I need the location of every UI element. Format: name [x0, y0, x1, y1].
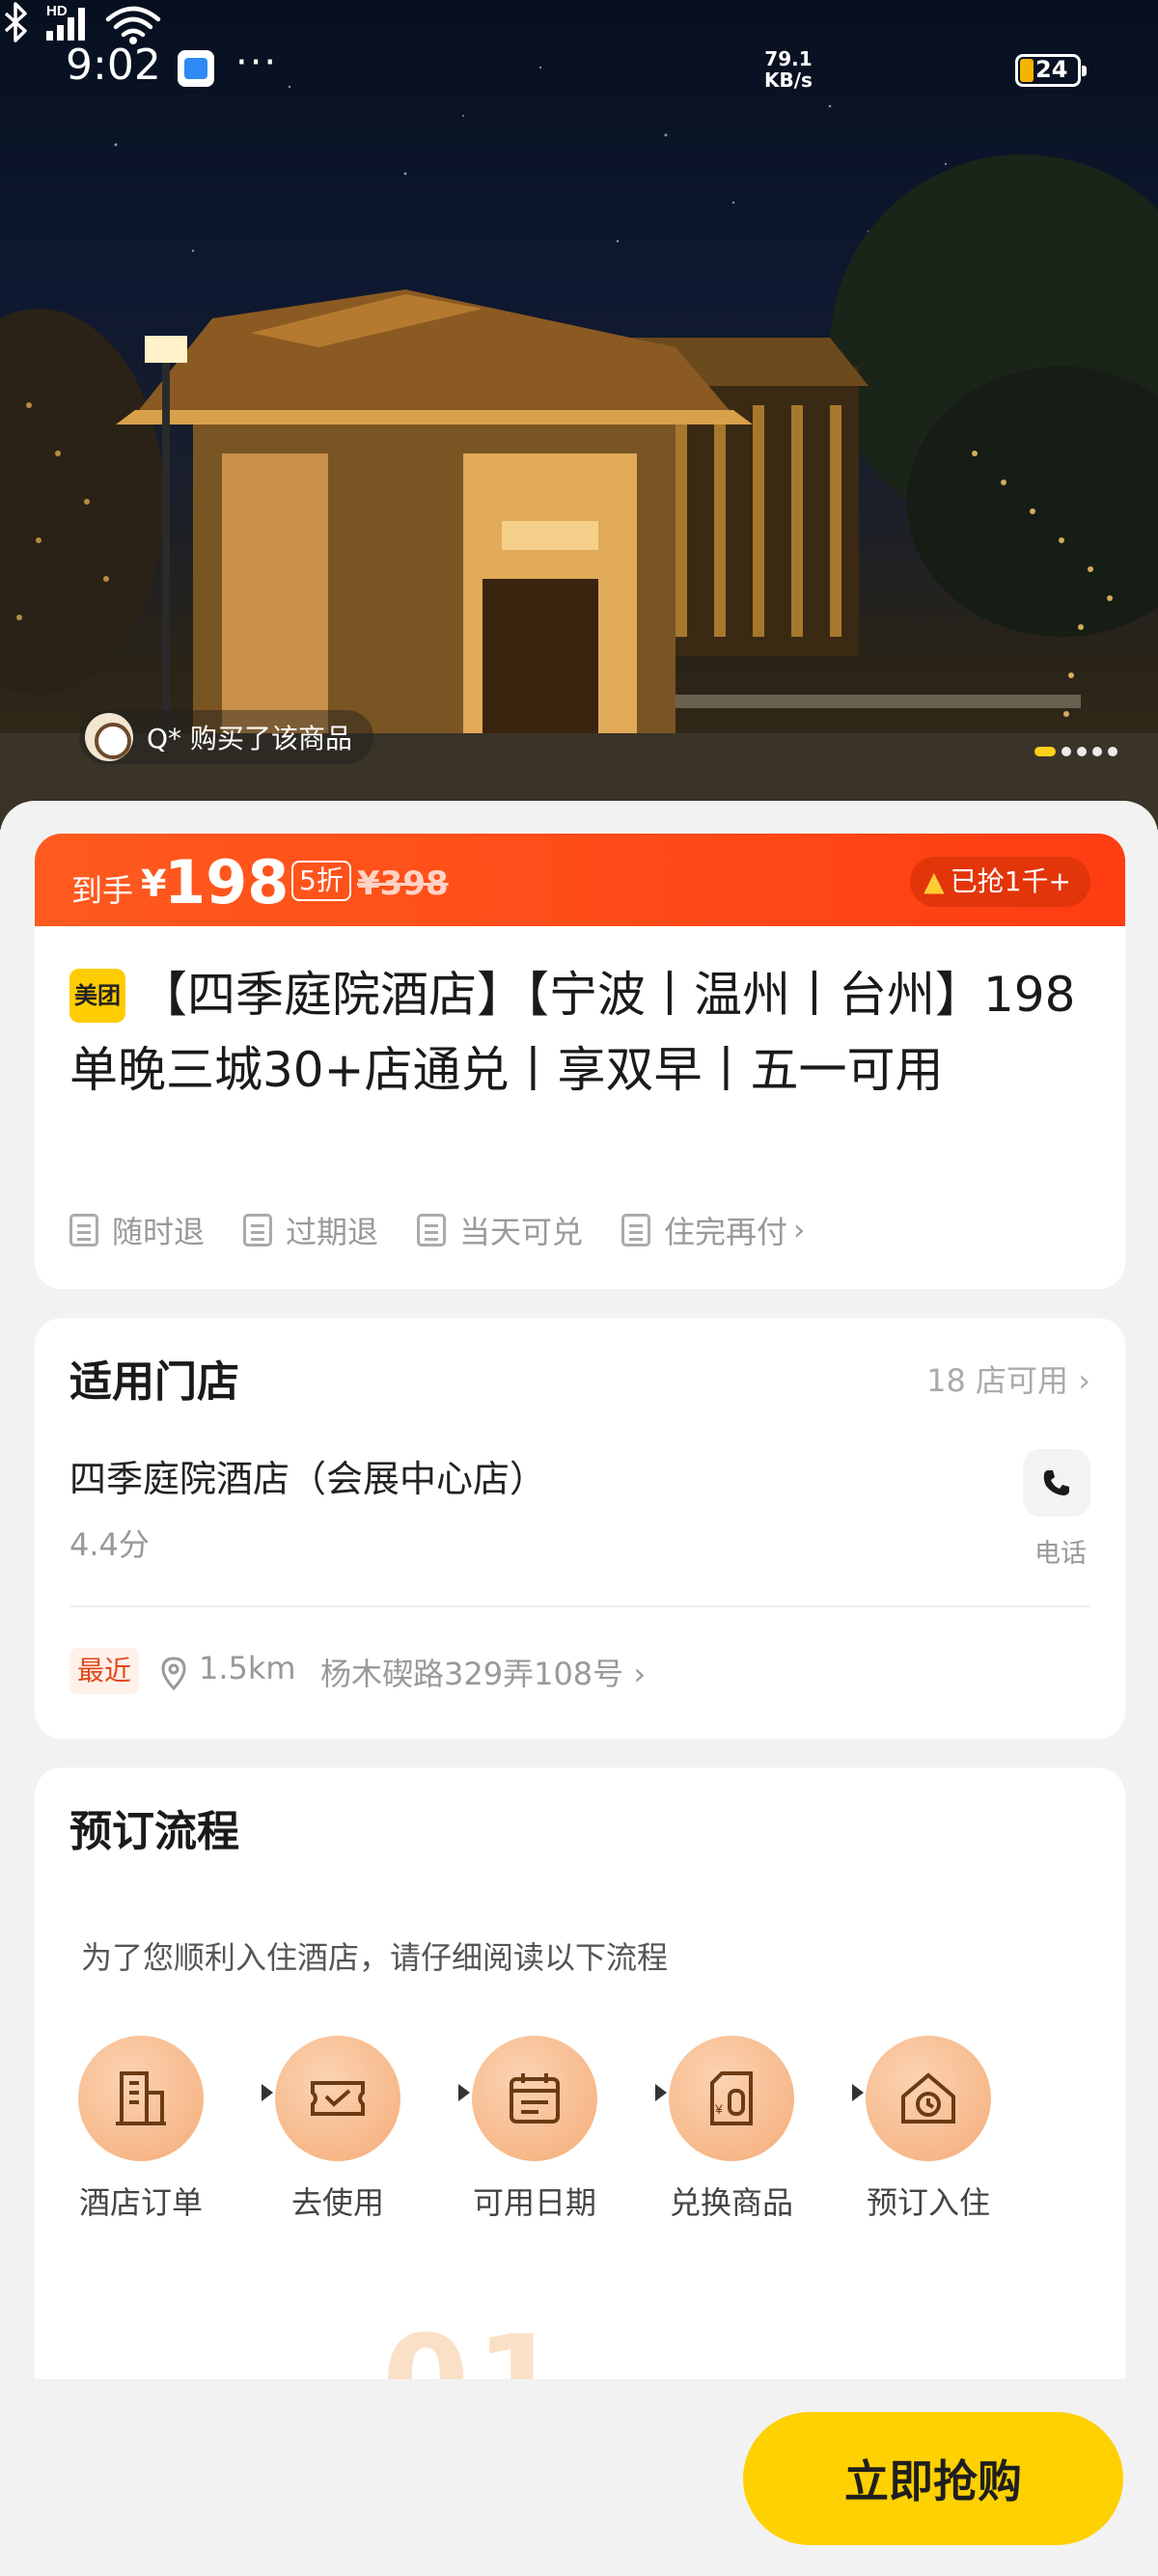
feature-pay-after-stay[interactable]: 住完再付 ›	[621, 1208, 805, 1252]
pager-dot[interactable]	[1092, 747, 1102, 756]
final-price-label: 到手	[71, 872, 134, 909]
step-available-dates: 可用日期	[467, 2036, 602, 2223]
feature-label: 随时退	[112, 1214, 206, 1250]
step-label: 预订入住	[866, 2184, 990, 2221]
house-clock-icon	[866, 2036, 991, 2161]
pager-dot[interactable]	[1062, 747, 1071, 756]
check-calendar-icon	[621, 1214, 651, 1247]
booking-flow-title: 预订流程	[69, 1807, 239, 1856]
voucher-icon: ¥	[669, 2036, 794, 2161]
step-hotel-order: 酒店订单	[73, 2036, 208, 2223]
chevron-right-icon: ›	[633, 1656, 647, 1692]
booking-steps: 酒店订单 去使用 可用日期 ¥ 兑换商品 预订入住	[73, 2036, 1096, 2229]
chevron-right-icon: ›	[793, 1213, 806, 1247]
document-icon	[69, 1214, 98, 1247]
booking-flow-card: 预订流程 为了您顺利入住酒店，请仔细阅读以下流程 酒店订单 去使用 可用日期 ¥…	[35, 1768, 1125, 2385]
store-count-text: 18 店可用	[926, 1362, 1069, 1399]
product-title-block: 美团 【四季庭院酒店】【宁波丨温州丨台州】198单晚三城30+店通兑丨享双早丨五一…	[69, 957, 1092, 1108]
step-book-checkin: 预订入住	[861, 2036, 996, 2223]
feature-refund-anytime: 随时退	[69, 1208, 205, 1252]
network-speed-unit: KB/s	[764, 69, 813, 92]
ticket-icon	[275, 2036, 400, 2161]
document-icon	[243, 1214, 273, 1247]
image-pager[interactable]	[1034, 747, 1117, 756]
step-label: 可用日期	[472, 2184, 596, 2221]
feature-label: 过期退	[286, 1214, 379, 1250]
more-notifications-icon: ···	[235, 41, 279, 85]
original-price: ¥398	[357, 864, 449, 903]
stores-section-title: 适用门店	[69, 1357, 239, 1407]
status-bar: 9:02 ··· 79.1 KB/s HD 24	[0, 0, 1158, 135]
product-title: 【四季庭院酒店】【宁波丨温州丨台州】198单晚三城30+店通兑丨享双早丨五一可用	[69, 967, 1076, 1098]
feature-label: 住完再付	[664, 1214, 788, 1250]
pager-dot[interactable]	[1077, 747, 1087, 756]
step-use: 去使用	[270, 2036, 405, 2223]
sold-count-text: 已抢1千+	[950, 865, 1071, 897]
booking-flow-note: 为了您顺利入住酒店，请仔细阅读以下流程	[81, 1939, 669, 1976]
nearest-tag: 最近	[69, 1648, 140, 1694]
call-button[interactable]	[1023, 1449, 1090, 1517]
step-number: 01	[382, 2308, 568, 2385]
currency-symbol: ¥	[141, 863, 167, 905]
pager-dot-active[interactable]	[1034, 747, 1056, 756]
network-speed-value: 79.1	[764, 47, 813, 70]
svg-text:¥: ¥	[714, 2101, 723, 2117]
location-pin-icon	[161, 1657, 186, 1691]
store-rating: 4.4分	[69, 1526, 150, 1563]
buyer-notice-text: Q* 购买了该商品	[147, 723, 352, 754]
hero-image[interactable]: 9:02 ··· 79.1 KB/s HD 24 Q* 购买了该商品	[0, 0, 1158, 830]
buy-now-button[interactable]: 立即抢购	[743, 2412, 1123, 2545]
signal-hd-label: HD	[46, 3, 68, 19]
store-address-link[interactable]: 杨木碶路329弄108号 ›	[320, 1650, 646, 1694]
phone-icon	[1043, 1470, 1069, 1495]
applicable-stores-card: 适用门店 18 店可用 › 四季庭院酒店（会展中心店） 4.4分 电话 最近 1…	[35, 1318, 1125, 1739]
discount-badge: 5折	[291, 861, 351, 901]
hotel-building-icon	[78, 2036, 204, 2161]
status-icons: HD	[4, 2, 161, 44]
battery-icon: 24	[1015, 54, 1087, 87]
call-label: 电话	[1034, 1539, 1087, 1569]
step-label: 去使用	[290, 2184, 384, 2221]
store-distance: 1.5km	[199, 1650, 296, 1686]
final-price: 198	[164, 847, 290, 918]
service-features[interactable]: 随时退 过期退 当天可兑 住完再付 ›	[69, 1208, 843, 1252]
bottom-action-bar: 立即抢购	[0, 2379, 1158, 2576]
calendar-icon	[417, 1214, 447, 1247]
divider	[69, 1605, 1090, 1607]
step-label: 酒店订单	[78, 2184, 203, 2221]
step-label: 兑换商品	[669, 2184, 793, 2221]
store-address: 杨木碶路329弄108号	[320, 1656, 624, 1692]
battery-level: 24	[1035, 56, 1068, 83]
fire-icon: ▲	[924, 865, 945, 897]
wifi-icon	[105, 6, 161, 38]
step-redeem: ¥ 兑换商品	[664, 2036, 799, 2223]
sold-count-badge: ▲ 已抢1千+	[910, 857, 1090, 907]
store-name[interactable]: 四季庭院酒店（会展中心店）	[69, 1449, 546, 1502]
meituan-badge: 美团	[69, 969, 125, 1023]
network-speed: 79.1 KB/s	[764, 48, 813, 91]
chevron-right-icon: ›	[1078, 1362, 1090, 1399]
bluetooth-icon	[4, 2, 27, 42]
product-info-card: 美团 【四季庭院酒店】【宁波丨温州丨台州】198单晚三城30+店通兑丨享双早丨五一…	[35, 926, 1125, 1289]
calendar-icon	[472, 2036, 597, 2161]
feature-label: 当天可兑	[459, 1214, 584, 1250]
feature-refund-expired: 过期退	[243, 1208, 378, 1252]
buyer-avatar	[85, 713, 133, 761]
pager-dot[interactable]	[1108, 747, 1117, 756]
recent-buyer-notice: Q* 购买了该商品	[79, 710, 373, 764]
notification-app-icon	[178, 50, 214, 87]
price-banner: 到手 ¥ 198 5折 ¥398 ▲ 已抢1千+	[35, 834, 1125, 930]
feature-same-day: 当天可兑	[417, 1208, 583, 1252]
store-count-link[interactable]: 18 店可用 ›	[926, 1357, 1090, 1401]
